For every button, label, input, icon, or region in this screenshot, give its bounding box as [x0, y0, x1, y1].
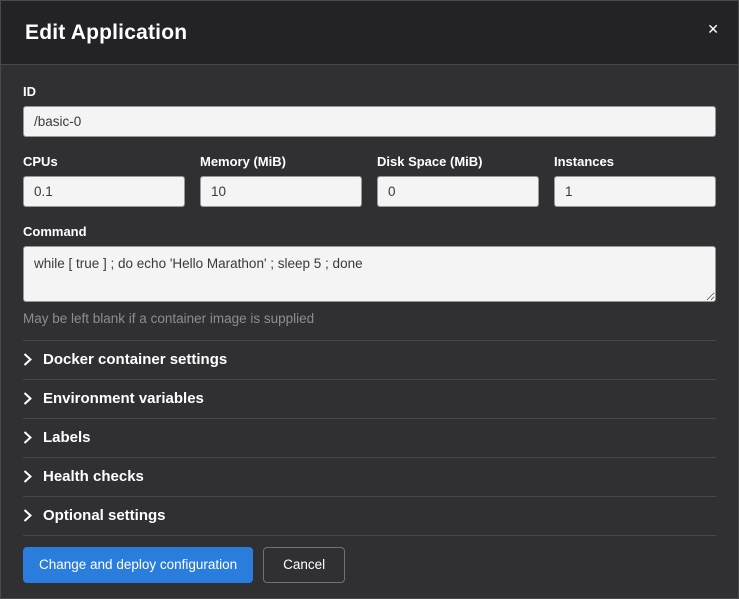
- id-input[interactable]: [23, 106, 716, 137]
- modal-header: Edit Application ✕: [1, 1, 738, 65]
- memory-label: Memory (MiB): [200, 154, 362, 169]
- command-label: Command: [23, 224, 716, 239]
- chevron-right-icon: [23, 431, 32, 444]
- section-label: Environment variables: [43, 390, 204, 407]
- memory-input[interactable]: [200, 176, 362, 207]
- chevron-right-icon: [23, 392, 32, 405]
- section-docker-container-settings[interactable]: Docker container settings: [23, 341, 716, 380]
- edit-application-modal: Edit Application ✕ ID CPUs Memory (MiB) …: [0, 0, 739, 599]
- change-and-deploy-button[interactable]: Change and deploy configuration: [23, 547, 253, 583]
- chevron-right-icon: [23, 470, 32, 483]
- command-help-text: May be left blank if a container image i…: [23, 311, 716, 326]
- disk-field-group: Disk Space (MiB): [377, 154, 539, 207]
- section-environment-variables[interactable]: Environment variables: [23, 380, 716, 419]
- cpus-label: CPUs: [23, 154, 185, 169]
- cpus-field-group: CPUs: [23, 154, 185, 207]
- close-icon[interactable]: ✕: [703, 18, 723, 40]
- section-label: Health checks: [43, 468, 144, 485]
- modal-body: ID CPUs Memory (MiB) Disk Space (MiB) In…: [1, 65, 738, 534]
- cpus-input[interactable]: [23, 176, 185, 207]
- instances-label: Instances: [554, 154, 716, 169]
- cancel-button[interactable]: Cancel: [263, 547, 345, 583]
- id-label: ID: [23, 84, 716, 99]
- instances-field-group: Instances: [554, 154, 716, 207]
- modal-title: Edit Application: [25, 19, 714, 47]
- chevron-right-icon: [23, 509, 32, 522]
- command-textarea[interactable]: while [ true ] ; do echo 'Hello Marathon…: [23, 246, 716, 302]
- instances-input[interactable]: [554, 176, 716, 207]
- chevron-right-icon: [23, 353, 32, 366]
- resources-row: CPUs Memory (MiB) Disk Space (MiB) Insta…: [23, 154, 716, 207]
- section-label: Labels: [43, 429, 91, 446]
- section-label: Docker container settings: [43, 351, 227, 368]
- modal-footer: Change and deploy configuration Cancel: [1, 534, 738, 598]
- memory-field-group: Memory (MiB): [200, 154, 362, 207]
- section-label: Optional settings: [43, 507, 166, 524]
- disk-input[interactable]: [377, 176, 539, 207]
- command-field-group: Command while [ true ] ; do echo 'Hello …: [23, 224, 716, 326]
- disk-label: Disk Space (MiB): [377, 154, 539, 169]
- section-optional-settings[interactable]: Optional settings: [23, 497, 716, 536]
- section-health-checks[interactable]: Health checks: [23, 458, 716, 497]
- id-field-group: ID: [23, 84, 716, 137]
- section-labels[interactable]: Labels: [23, 419, 716, 458]
